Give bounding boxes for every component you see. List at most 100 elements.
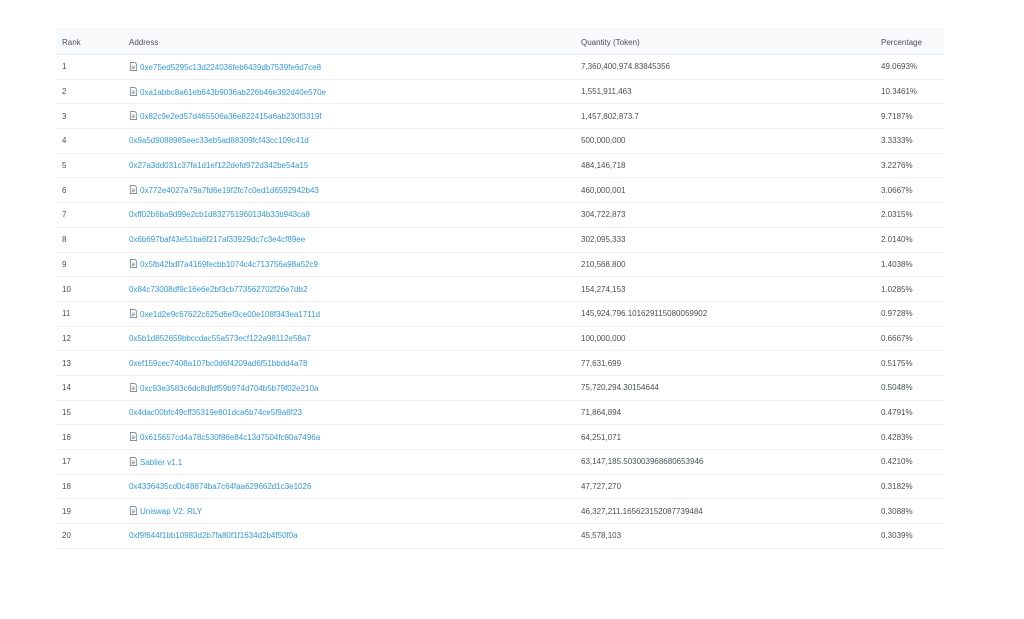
holder-address-link[interactable]: 0xef159cec7408a107bc0d6f4209ad6f51bbdd4a… bbox=[129, 359, 307, 368]
rank-cell: 8 bbox=[62, 235, 67, 245]
table-row: 19 Uniswap V2: RLY 46,327,211.165623152087… bbox=[56, 499, 944, 524]
quantity-cell: 100,000,000 bbox=[581, 333, 626, 343]
token-holders-table-container: Rank Address Quantity (Token) Percentage… bbox=[56, 29, 944, 549]
quantity-cell: 304,722,873 bbox=[581, 210, 626, 220]
table-row: 11 0xe1d2e9c67622c625d6ef3ce00e108f343ea1… bbox=[56, 301, 944, 327]
table-row: 1 0xe75ed5295c13d224036feb6439db7539fe6d7… bbox=[56, 55, 944, 80]
table-row: 10 0x84c73008df9c16e6e2bf3cb773562702f26e… bbox=[56, 277, 944, 302]
rank-cell: 12 bbox=[62, 333, 71, 343]
quantity-cell: 7,360,400,974.83845356 bbox=[581, 62, 670, 72]
quantity-cell: 1,551,911,463 bbox=[581, 87, 632, 97]
holder-address-link[interactable]: 0xff02b6ba9d99e2cb1d832751960134b33b943c… bbox=[129, 210, 310, 219]
table-row: 14 0xc93e3583c6dc8dfdf59b974d704b5b79f02e… bbox=[56, 375, 944, 401]
table-row: 8 0x6b697baf43e51ba6f217af33929dc7c3e4cf8… bbox=[56, 227, 944, 252]
quantity-cell: 75,720,294.30154644 bbox=[581, 383, 659, 393]
holder-address-link[interactable]: Uniswap V2: RLY bbox=[140, 507, 202, 516]
rank-cell: 15 bbox=[62, 407, 71, 417]
holder-address-link[interactable]: 0xe75ed5295c13d224036feb6439db7539fe6d7c… bbox=[140, 63, 321, 72]
holder-address-link[interactable]: 0x84c73008df9c16e6e2bf3cb773562702f26e7d… bbox=[129, 285, 307, 294]
percentage-cell: 3.0667% bbox=[881, 185, 913, 195]
table-row: 17 Sablier v1.1 63,147,185.503003968680653… bbox=[56, 450, 944, 475]
address-cell: 0x4dac00bfc49cff35319e801dca6b74ce5f9a8f… bbox=[123, 400, 575, 425]
percentage-cell: 3.2276% bbox=[881, 161, 913, 171]
holder-address-link[interactable]: 0x4dac00bfc49cff35319e801dca6b74ce5f9a8f… bbox=[129, 408, 302, 417]
holder-address-link[interactable]: 0x5b1d852659bbccdac55a573ecf122a98112e58… bbox=[129, 334, 311, 343]
holder-address-link[interactable]: 0x615657cd4a78c530f86e84c13d7504fc80a749… bbox=[140, 433, 320, 442]
holder-address-link[interactable]: 0x5fb42bdf7a4169fecbb1074c4c713756a98a52… bbox=[140, 260, 318, 269]
rank-cell: 19 bbox=[62, 506, 71, 516]
table-row: 5 0x27a3dd031c37fa1d1ef122defd972d342be54… bbox=[56, 153, 944, 178]
address-cell: 0x27a3dd031c37fa1d1ef122defd972d342be54a… bbox=[123, 153, 575, 178]
holder-address-link[interactable]: 0xe1d2e9c67622c625d6ef3ce00e108f343ea171… bbox=[140, 310, 320, 319]
table-row: 15 0x4dac00bfc49cff35319e801dca6b74ce5f9a… bbox=[56, 400, 944, 425]
contract-document-icon bbox=[129, 111, 138, 121]
token-holders-table: Rank Address Quantity (Token) Percentage… bbox=[56, 29, 944, 549]
table-row: 2 0xa1abbc8a61eb643b9036ab226b46e392d40e5… bbox=[56, 79, 944, 104]
rank-cell: 3 bbox=[62, 111, 67, 121]
table-header: Rank Address Quantity (Token) Percentage bbox=[56, 29, 944, 55]
percentage-cell: 0.3088% bbox=[881, 506, 913, 516]
holder-address-link[interactable]: 0x4336435cd0c48874ba7c64faa629662d1c3e10… bbox=[129, 482, 311, 491]
percentage-cell: 0.5048% bbox=[881, 383, 913, 393]
address-cell: 0xe75ed5295c13d224036feb6439db7539fe6d7c… bbox=[123, 55, 575, 80]
quantity-cell: 45,578,103 bbox=[581, 531, 622, 541]
holder-address-link[interactable]: 0x772e4027a79a7fd6e19f2fc7c0ed1d6592942b… bbox=[140, 186, 319, 195]
table-header-row: Rank Address Quantity (Token) Percentage bbox=[56, 29, 944, 55]
quantity-cell: 154,274,153 bbox=[581, 284, 626, 294]
table-row: 4 0x9a5d9088985eec33eb5ad88309fcf43cc109c… bbox=[56, 129, 944, 154]
holder-address-link[interactable]: Sablier v1.1 bbox=[140, 458, 182, 467]
address-cell: 0xff02b6ba9d99e2cb1d832751960134b33b943c… bbox=[123, 203, 575, 228]
address-cell: Sablier v1.1 bbox=[123, 450, 575, 475]
rank-cell: 10 bbox=[62, 284, 71, 294]
table-row: 6 0x772e4027a79a7fd6e19f2fc7c0ed1d6592942… bbox=[56, 178, 944, 203]
rank-cell: 14 bbox=[62, 383, 71, 393]
rank-cell: 18 bbox=[62, 482, 71, 492]
holder-address-link[interactable]: 0xa1abbc8a61eb643b9036ab226b46e392d40e57… bbox=[140, 88, 326, 97]
quantity-cell: 63,147,185.503003968680653946 bbox=[581, 457, 704, 467]
contract-document-icon bbox=[129, 61, 138, 71]
quantity-cell: 302,095,333 bbox=[581, 235, 626, 245]
table-row: 13 0xef159cec7408a107bc0d6f4209ad6f51bbdd… bbox=[56, 351, 944, 376]
header-quantity: Quantity (Token) bbox=[581, 37, 640, 47]
holder-address-link[interactable]: 0x9a5d9088985eec33eb5ad88309fcf43cc109c4… bbox=[129, 136, 309, 145]
percentage-cell: 49.0693% bbox=[881, 62, 918, 72]
header-percentage: Percentage bbox=[881, 37, 922, 47]
quantity-cell: 46,327,211.165623152087739484 bbox=[581, 506, 703, 516]
table-row: 9 0x5fb42bdf7a4169fecbb1074c4c713756a98a5… bbox=[56, 252, 944, 277]
address-cell: 0x6b697baf43e51ba6f217af33929dc7c3e4cf89… bbox=[123, 227, 575, 252]
address-cell: 0xf9f644f1bb10983d2b7fa80f1f1634d2b4f50f… bbox=[123, 524, 575, 549]
holder-address-link[interactable]: 0xf9f644f1bb10983d2b7fa80f1f1634d2b4f50f… bbox=[129, 531, 298, 540]
contract-document-icon bbox=[129, 185, 138, 195]
quantity-cell: 1,457,802,873.7 bbox=[581, 111, 639, 121]
contract-document-icon bbox=[129, 506, 138, 516]
percentage-cell: 0.4283% bbox=[881, 432, 913, 442]
holder-address-link[interactable]: 0x27a3dd031c37fa1d1ef122defd972d342be54a… bbox=[129, 161, 308, 170]
quantity-cell: 71,864,894 bbox=[581, 407, 622, 417]
contract-document-icon bbox=[129, 259, 138, 269]
contract-document-icon bbox=[129, 456, 138, 466]
address-cell: 0xa1abbc8a61eb643b9036ab226b46e392d40e57… bbox=[123, 79, 575, 104]
percentage-cell: 1.4038% bbox=[881, 259, 913, 269]
rank-cell: 11 bbox=[62, 309, 71, 319]
rank-cell: 16 bbox=[62, 432, 71, 442]
address-cell: 0xe1d2e9c67622c625d6ef3ce00e108f343ea171… bbox=[123, 301, 575, 326]
holder-address-link[interactable]: 0x6b697baf43e51ba6f217af33929dc7c3e4cf89… bbox=[129, 235, 305, 244]
address-cell: 0x615657cd4a78c530f86e84c13d7504fc80a749… bbox=[123, 425, 575, 450]
rank-cell: 4 bbox=[62, 136, 67, 146]
percentage-cell: 1.0285% bbox=[881, 284, 913, 294]
address-cell: 0x9a5d9088985eec33eb5ad88309fcf43cc109c4… bbox=[123, 129, 575, 154]
table-row: 7 0xff02b6ba9d99e2cb1d832751960134b33b943… bbox=[56, 203, 944, 228]
address-cell: 0x84c73008df9c16e6e2bf3cb773562702f26e7d… bbox=[123, 277, 575, 302]
percentage-cell: 2.0315% bbox=[881, 210, 913, 220]
rank-cell: 20 bbox=[62, 531, 71, 541]
percentage-cell: 0.4210% bbox=[881, 457, 913, 467]
holder-address-link[interactable]: 0xc93e3583c6dc8dfdf59b974d704b5b79f02e21… bbox=[140, 384, 318, 393]
percentage-cell: 0.3039% bbox=[881, 531, 913, 541]
address-cell: 0xc93e3583c6dc8dfdf59b974d704b5b79f02e21… bbox=[123, 375, 575, 400]
holder-address-link[interactable]: 0x82c9e2ed57d465506a36e822415a6ab230f331… bbox=[140, 112, 322, 121]
rank-cell: 9 bbox=[62, 259, 67, 269]
rank-cell: 5 bbox=[62, 161, 67, 171]
table-body: 1 0xe75ed5295c13d224036feb6439db7539fe6d7… bbox=[56, 55, 944, 549]
header-address: Address bbox=[129, 37, 159, 47]
contract-document-icon bbox=[129, 86, 138, 96]
